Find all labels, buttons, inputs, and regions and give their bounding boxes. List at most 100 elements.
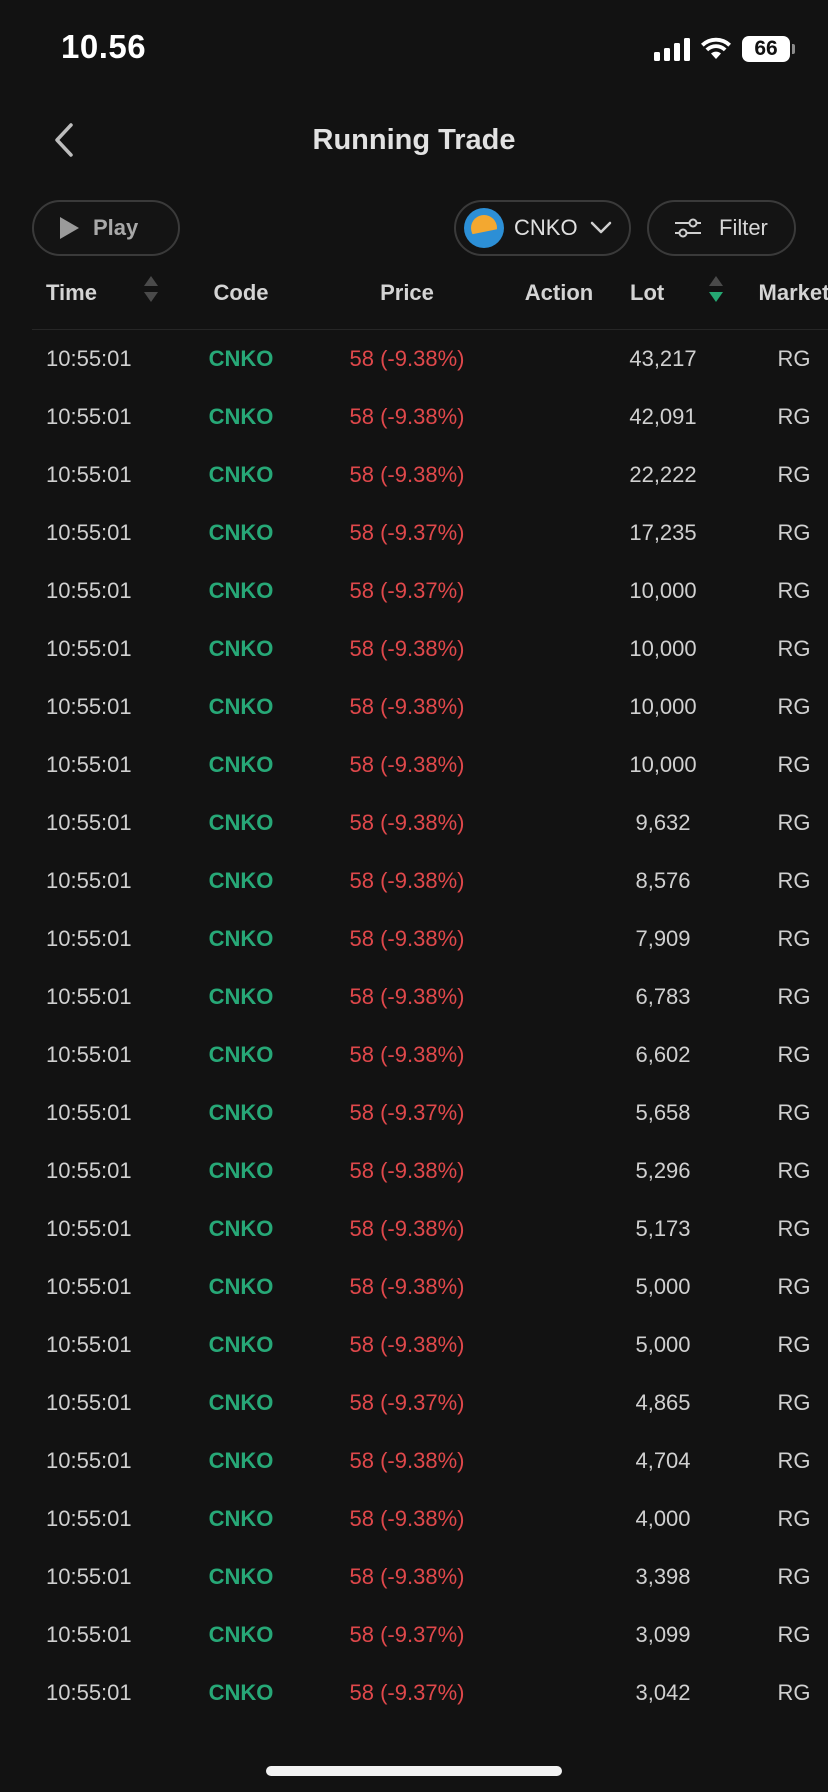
trade-market: RG [777,1158,811,1183]
stock-selector[interactable]: CNKO [454,200,631,256]
trade-code: CNKO [208,520,274,545]
trade-row[interactable]: 10:55:01 CNKO 58 (-9.38%) 4,000 RG [32,1490,828,1548]
trade-row[interactable]: 10:55:01 CNKO 58 (-9.38%) 22,222 RG [32,446,828,504]
play-button[interactable]: Play [32,200,180,256]
filter-label: Filter [719,215,768,240]
trade-row[interactable]: 10:55:01 CNKO 58 (-9.38%) 5,296 RG [32,1142,828,1200]
trade-row[interactable]: 10:55:01 CNKO 58 (-9.38%) 9,632 RG [32,794,828,852]
trade-price: 58 (-9.38%) [349,1332,465,1357]
trade-lot: 5,658 [635,1100,691,1125]
trade-code: CNKO [208,1622,274,1647]
trade-price: 58 (-9.38%) [349,404,465,429]
trade-price: 58 (-9.37%) [349,1622,465,1647]
trade-price: 58 (-9.38%) [349,694,465,719]
status-time: 10.56 [61,28,147,65]
trade-row[interactable]: 10:55:01 CNKO 58 (-9.38%) 5,173 RG [32,1200,828,1258]
signal-icon [654,37,690,61]
trade-row[interactable]: 10:55:01 CNKO 58 (-9.37%) 4,865 RG [32,1374,828,1432]
trade-lot: 9,632 [635,810,691,835]
trade-row[interactable]: 10:55:01 CNKO 58 (-9.38%) 6,602 RG [32,1026,828,1084]
trade-lot: 10,000 [629,694,697,719]
trade-lot: 5,000 [635,1332,691,1357]
trade-row[interactable]: 10:55:01 CNKO 58 (-9.38%) 10,000 RG [32,620,828,678]
trade-row[interactable]: 10:55:01 CNKO 58 (-9.38%) 42,091 RG [32,388,828,446]
trade-price: 58 (-9.37%) [349,578,465,603]
trade-market: RG [777,520,811,545]
trade-row[interactable]: 10:55:01 CNKO 58 (-9.38%) 5,000 RG [32,1316,828,1374]
trade-market: RG [777,752,811,777]
trade-time: 10:55:01 [46,404,132,429]
trade-row[interactable]: 10:55:01 CNKO 58 (-9.38%) 6,783 RG [32,968,828,1026]
trade-market: RG [777,636,811,661]
trade-lot: 5,000 [635,1274,691,1299]
trade-row[interactable]: 10:55:01 CNKO 58 (-9.37%) 3,042 RG [32,1664,828,1722]
trade-row[interactable]: 10:55:01 CNKO 58 (-9.38%) 5,000 RG [32,1258,828,1316]
trade-market: RG [777,1216,811,1241]
trade-lot: 10,000 [629,578,697,603]
trade-row[interactable]: 10:55:01 CNKO 58 (-9.38%) 8,576 RG [32,852,828,910]
trade-market: RG [777,1680,811,1705]
trade-price: 58 (-9.38%) [349,462,465,487]
trade-row[interactable]: 10:55:01 CNKO 58 (-9.37%) 17,235 RG [32,504,828,562]
trade-code: CNKO [208,1680,274,1705]
trade-row[interactable]: 10:55:01 CNKO 58 (-9.38%) 7,909 RG [32,910,828,968]
filter-icon [673,216,703,240]
filter-button[interactable]: Filter [647,200,796,256]
trade-lot: 17,235 [629,520,697,545]
trade-time: 10:55:01 [46,1622,132,1647]
trade-lot: 4,000 [635,1506,691,1531]
trade-lot: 6,783 [635,984,691,1009]
trade-row[interactable]: 10:55:01 CNKO 58 (-9.38%) 10,000 RG [32,736,828,794]
trade-market: RG [777,1100,811,1125]
trade-code: CNKO [208,984,274,1009]
trade-market: RG [777,868,811,893]
trade-market: RG [777,1274,811,1299]
trade-code: CNKO [208,1158,274,1183]
trade-market: RG [777,694,811,719]
status-bar: 10.56 66 [0,0,828,100]
trade-row[interactable]: 10:55:01 CNKO 58 (-9.37%) 5,658 RG [32,1084,828,1142]
sort-icon-lot[interactable] [709,276,723,304]
trade-price: 58 (-9.38%) [349,1564,465,1589]
trade-time: 10:55:01 [46,926,132,951]
trade-price: 58 (-9.38%) [349,636,465,661]
trade-time: 10:55:01 [46,1680,132,1705]
trade-code: CNKO [208,404,274,429]
trade-price: 58 (-9.38%) [349,1506,465,1531]
trade-time: 10:55:01 [46,1448,132,1473]
status-icons: 66 [654,36,795,62]
home-indicator[interactable] [266,1766,562,1776]
trade-market: RG [777,404,811,429]
trade-lot: 10,000 [629,752,697,777]
stock-selector-label: CNKO [514,215,578,240]
trade-code: CNKO [208,346,274,371]
trade-row[interactable]: 10:55:01 CNKO 58 (-9.37%) 10,000 RG [32,562,828,620]
trade-row[interactable]: 10:55:01 CNKO 58 (-9.38%) 43,217 RG [32,330,828,388]
toolbar: Play CNKO Filter [0,200,828,256]
trade-code: CNKO [208,1042,274,1067]
trade-lot: 43,217 [629,346,697,371]
trade-time: 10:55:01 [46,694,132,719]
column-header-time[interactable]: Time [46,280,97,306]
trade-lot: 5,296 [635,1158,691,1183]
trade-price: 58 (-9.38%) [349,1216,465,1241]
column-header-action: Action [524,280,594,305]
sort-icon-time[interactable] [144,276,158,304]
trade-lot: 3,099 [635,1622,691,1647]
trade-code: CNKO [208,1448,274,1473]
trade-row[interactable]: 10:55:01 CNKO 58 (-9.38%) 10,000 RG [32,678,828,736]
trade-lot: 4,865 [635,1390,691,1415]
trade-code: CNKO [208,1216,274,1241]
trade-code: CNKO [208,1274,274,1299]
trade-code: CNKO [208,926,274,951]
trade-time: 10:55:01 [46,1506,132,1531]
trade-row[interactable]: 10:55:01 CNKO 58 (-9.38%) 3,398 RG [32,1548,828,1606]
trade-market: RG [777,984,811,1009]
trade-time: 10:55:01 [46,1332,132,1357]
trade-row[interactable]: 10:55:01 CNKO 58 (-9.37%) 3,099 RG [32,1606,828,1664]
trade-row[interactable]: 10:55:01 CNKO 58 (-9.38%) 4,704 RG [32,1432,828,1490]
column-header-lot[interactable]: Lot [630,280,664,306]
trade-lot: 6,602 [635,1042,691,1067]
trade-market: RG [777,462,811,487]
trade-time: 10:55:01 [46,520,132,545]
